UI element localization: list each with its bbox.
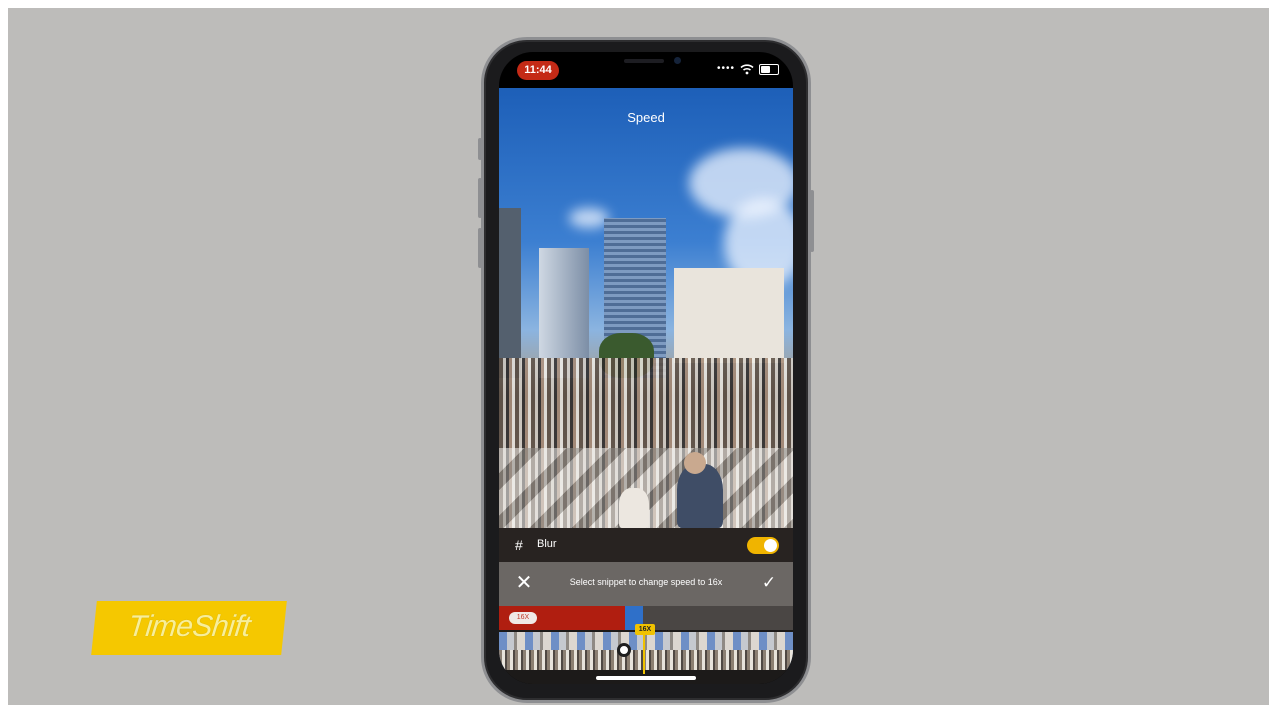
speed-action-bar: ✕ Select snippet to change speed to 16x …	[499, 562, 793, 606]
logo-text: TimeShift	[126, 610, 252, 643]
video-building	[674, 268, 784, 363]
video-person	[684, 452, 706, 474]
status-time: 11:44	[517, 61, 559, 80]
toggle-knob	[764, 539, 777, 552]
notch	[576, 52, 716, 78]
phone-volume-up	[478, 178, 482, 218]
scrub-knob[interactable]	[617, 643, 631, 657]
snippet-speed-badge: 16X	[509, 612, 537, 624]
grid-icon: #	[515, 537, 523, 553]
speed-hint: Select snippet to change speed to 16x	[569, 577, 723, 587]
blur-label: Blur	[537, 538, 557, 550]
cellular-dots-icon: ••••	[716, 63, 735, 74]
home-indicator[interactable]	[596, 676, 696, 680]
video-person	[619, 488, 649, 528]
phone-power-button	[810, 190, 814, 252]
phone-frame: 11:44 •••• Speed # Blur ✕ Select snippet…	[478, 37, 814, 703]
blur-toggle[interactable]	[747, 537, 779, 554]
battery-icon	[759, 63, 779, 75]
phone-volume-down	[478, 228, 482, 268]
video-person	[677, 464, 723, 528]
speaker	[624, 59, 664, 63]
phone-side-button	[478, 138, 482, 160]
close-icon[interactable]: ✕	[515, 573, 533, 593]
front-camera	[674, 57, 681, 64]
screen-title: Speed	[627, 110, 665, 125]
blur-row: # Blur	[499, 528, 793, 562]
phone-screen: 11:44 •••• Speed # Blur ✕ Select snippet…	[499, 52, 793, 684]
status-icons: ••••	[717, 63, 779, 75]
playhead-speed-badge: 16X	[635, 624, 655, 635]
timeshift-logo: TimeShift	[91, 601, 287, 655]
filmstrip-bottom	[499, 650, 793, 670]
speed-snippet[interactable]: 16X	[499, 606, 625, 630]
timeline[interactable]: 16X 16X	[499, 606, 793, 684]
video-preview[interactable]: Speed	[499, 88, 793, 528]
check-icon[interactable]: ✓	[759, 573, 779, 593]
video-building	[499, 208, 521, 378]
video-cloud	[569, 208, 609, 228]
wifi-icon	[740, 64, 754, 75]
page-background: TimeShift 11:44 •••• Speed # Blur ✕ Sele…	[8, 8, 1269, 705]
